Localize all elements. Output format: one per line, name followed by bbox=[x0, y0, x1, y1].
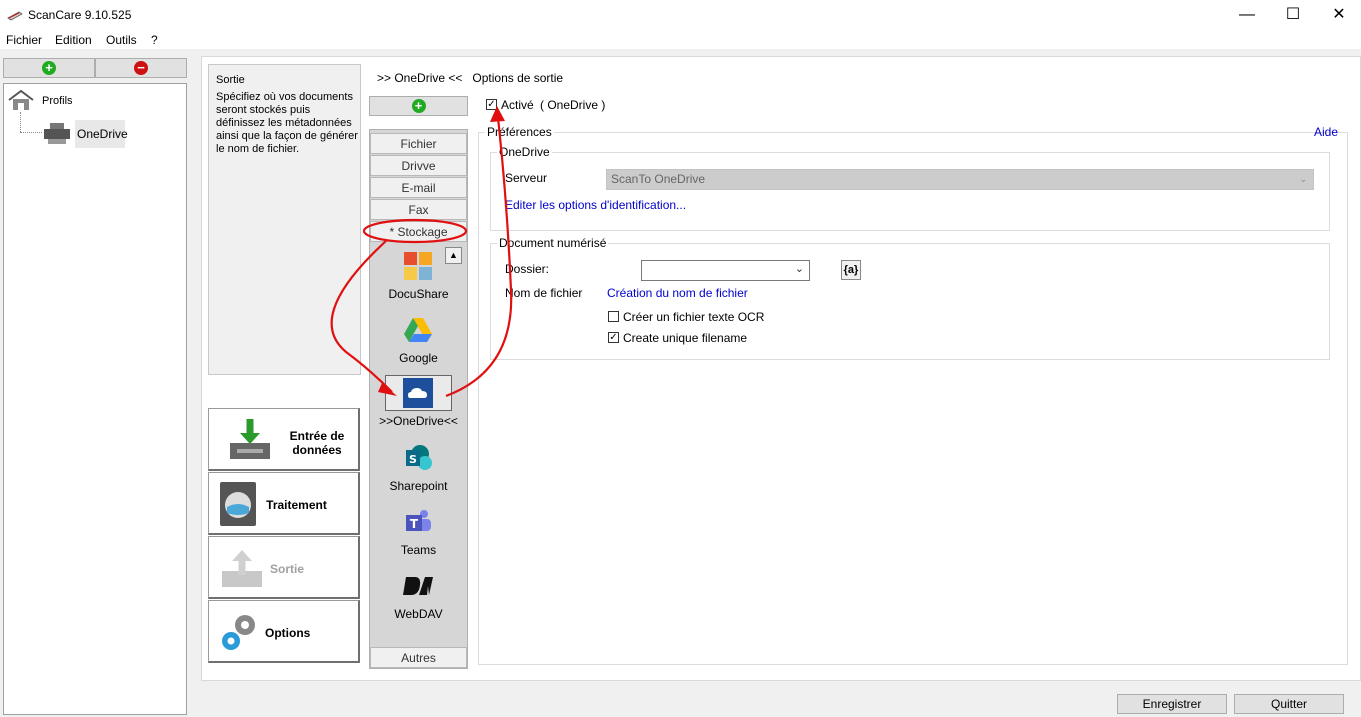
tab-fichier[interactable]: Fichier bbox=[370, 133, 467, 154]
document-legend: Document numérisé bbox=[497, 236, 609, 250]
service-onedrive[interactable]: >>OneDrive<< bbox=[370, 375, 467, 429]
chevron-down-icon: ⌄ bbox=[794, 263, 804, 275]
webdav-icon bbox=[403, 577, 433, 595]
folder-label: Dossier: bbox=[505, 262, 550, 276]
service-label: WebDAV bbox=[394, 607, 443, 621]
minimize-button[interactable]: — bbox=[1224, 0, 1270, 30]
tab-fax[interactable]: Fax bbox=[370, 199, 467, 220]
onedrive-group bbox=[490, 152, 1330, 231]
scanner-processing-icon bbox=[220, 482, 256, 526]
scancare-app-icon bbox=[7, 11, 23, 21]
active-service-label: ( OneDrive ) bbox=[540, 98, 606, 112]
onedrive-cloud-icon bbox=[403, 378, 433, 408]
service-docushare[interactable]: DocuShare bbox=[370, 250, 467, 304]
service-label: DocuShare bbox=[388, 287, 449, 301]
remove-profile-button[interactable]: − bbox=[95, 58, 187, 78]
save-button[interactable]: Enregistrer bbox=[1117, 694, 1227, 714]
home-icon bbox=[8, 89, 34, 110]
menu-fichier[interactable]: Fichier bbox=[6, 33, 42, 47]
tree-item-label: OneDrive bbox=[77, 127, 128, 141]
traitement-label: Traitement bbox=[266, 498, 327, 512]
sharepoint-icon: S bbox=[406, 445, 432, 470]
printer-icon bbox=[44, 123, 70, 144]
preferences-legend: Préférences bbox=[485, 125, 554, 139]
add-profile-button[interactable]: + bbox=[3, 58, 95, 78]
chevron-down-icon: ⌄ bbox=[1299, 174, 1307, 184]
options-label: Options bbox=[265, 626, 311, 640]
menu-help[interactable]: ? bbox=[151, 33, 158, 47]
breadcrumb: >> OneDrive << Options de sortie bbox=[377, 71, 564, 85]
tab-stockage[interactable]: * Stockage bbox=[370, 221, 467, 242]
tab-email[interactable]: E-mail bbox=[370, 177, 467, 198]
unique-filename-checkbox[interactable]: ✓ bbox=[608, 332, 619, 343]
plus-icon: + bbox=[411, 99, 426, 113]
service-label: Teams bbox=[400, 543, 437, 557]
service-label: Google bbox=[399, 351, 438, 365]
tab-drivve[interactable]: Drivve bbox=[370, 155, 467, 176]
sortie-button[interactable]: Sortie bbox=[208, 536, 360, 599]
service-webdav[interactable]: WebDAV bbox=[370, 570, 467, 624]
active-checkbox[interactable]: ✓ bbox=[486, 99, 497, 110]
menu-outils[interactable]: Outils bbox=[106, 33, 137, 47]
menu-bar bbox=[0, 30, 1361, 49]
title-bar bbox=[0, 0, 1361, 30]
tree-connector-h bbox=[20, 132, 42, 133]
tree-item-onedrive[interactable]: OneDrive bbox=[75, 120, 128, 148]
add-output-button[interactable]: + bbox=[369, 96, 468, 116]
macro-button[interactable]: {a} bbox=[841, 260, 861, 280]
ocr-label: Créer un fichier texte OCR bbox=[623, 310, 765, 324]
service-label: Sharepoint bbox=[389, 479, 448, 493]
folder-select[interactable]: ⌄ bbox=[641, 260, 810, 281]
service-sharepoint[interactable]: S Sharepoint bbox=[370, 442, 467, 496]
entree-label: Entrée de données bbox=[289, 429, 345, 457]
window-title: ScanCare 9.10.525 bbox=[28, 8, 132, 22]
tree-root-profils[interactable]: Profils bbox=[42, 95, 73, 107]
docushare-icon bbox=[404, 252, 432, 280]
filename-creation-link[interactable]: Création du nom de fichier bbox=[607, 286, 748, 300]
inbox-download-icon bbox=[230, 419, 270, 459]
service-teams[interactable]: T Teams bbox=[370, 506, 467, 560]
google-drive-icon bbox=[404, 318, 432, 342]
sortie-label: Sortie bbox=[269, 562, 304, 576]
server-select[interactable]: ScanTo OneDrive ⌄ bbox=[606, 169, 1314, 190]
onedrive-legend: OneDrive bbox=[497, 145, 552, 159]
ocr-checkbox[interactable] bbox=[608, 311, 619, 322]
svg-text:S: S bbox=[409, 453, 417, 466]
service-label: >>OneDrive<< bbox=[379, 414, 458, 428]
close-button[interactable]: ✕ bbox=[1316, 0, 1361, 30]
tab-autres[interactable]: Autres bbox=[370, 647, 467, 668]
maximize-button[interactable]: ☐ bbox=[1270, 0, 1316, 30]
server-label: Serveur bbox=[505, 171, 548, 185]
unique-filename-label: Create unique filename bbox=[623, 331, 748, 345]
active-label: Activé bbox=[501, 98, 534, 112]
quit-button[interactable]: Quitter bbox=[1234, 694, 1344, 714]
teams-icon: T bbox=[406, 510, 431, 531]
traitement-button[interactable]: Traitement bbox=[208, 472, 360, 535]
tree-connector bbox=[20, 112, 21, 132]
description-text: Spécifiez où vos documents seront stocké… bbox=[216, 91, 358, 155]
options-button[interactable]: Options bbox=[208, 600, 360, 663]
entree-donnees-button[interactable]: Entrée de données bbox=[208, 408, 360, 471]
minus-icon: − bbox=[134, 61, 148, 75]
svg-text:T: T bbox=[410, 517, 419, 531]
gears-icon bbox=[222, 615, 255, 650]
description-title: Sortie bbox=[216, 74, 245, 86]
menu-edition[interactable]: Edition bbox=[55, 33, 92, 47]
server-select-value: ScanTo OneDrive bbox=[611, 172, 706, 186]
profile-tree bbox=[3, 83, 187, 715]
filename-label: Nom de fichier bbox=[505, 286, 583, 300]
plus-icon: + bbox=[42, 61, 56, 75]
service-google[interactable]: Google bbox=[370, 314, 467, 368]
outbox-upload-icon bbox=[222, 550, 262, 587]
edit-credentials-link[interactable]: Editer les options d'identification... bbox=[505, 198, 686, 212]
help-link[interactable]: Aide bbox=[1314, 125, 1338, 139]
